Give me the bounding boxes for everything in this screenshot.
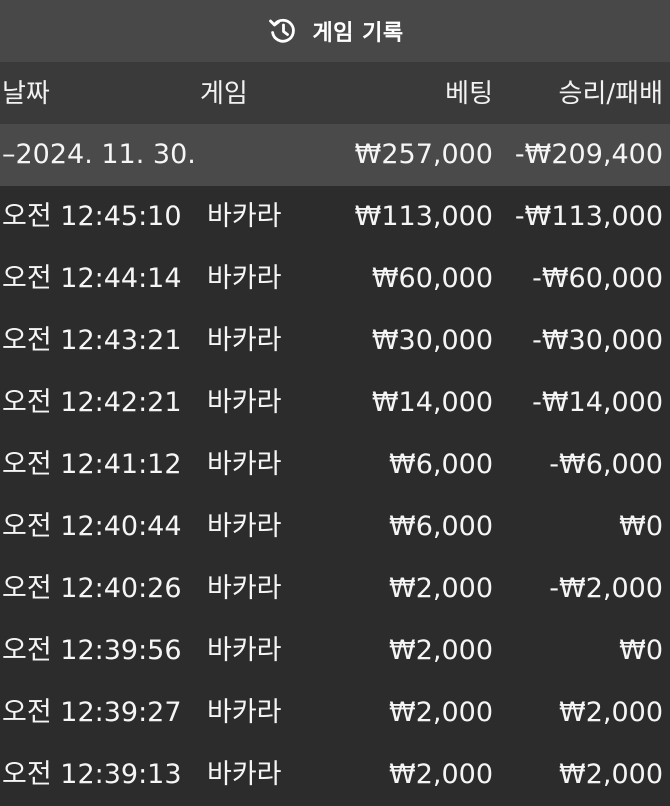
row-time: 오전 12:40:26 xyxy=(2,573,182,604)
table-row[interactable]: 오전 12:39:27 바카라 ₩2,000 ₩2,000 xyxy=(0,682,670,744)
row-result: ₩0 xyxy=(619,635,663,666)
row-time: 오전 12:39:27 xyxy=(2,697,182,728)
row-time: 오전 12:43:21 xyxy=(2,325,182,356)
date-summary-row[interactable]: –2024. 11. 30. ₩257,000 -₩209,400 xyxy=(0,124,670,186)
column-header-game: 게임 xyxy=(200,79,248,109)
row-bet: ₩6,000 xyxy=(389,511,493,542)
summary-date: –2024. 11. 30. xyxy=(2,139,196,170)
row-result: ₩2,000 xyxy=(559,697,663,728)
table-row[interactable]: 오전 12:41:12 바카라 ₩6,000 -₩6,000 xyxy=(0,434,670,496)
row-bet: ₩2,000 xyxy=(389,759,493,790)
summary-result-total: -₩209,400 xyxy=(514,139,663,170)
table-header: 날짜 게임 베팅 승리/패배 xyxy=(0,62,670,124)
table-row[interactable]: 오전 12:45:10 바카라 ₩113,000 -₩113,000 xyxy=(0,186,670,248)
table-row[interactable]: 오전 12:39:13 바카라 ₩2,000 ₩2,000 xyxy=(0,744,670,806)
column-header-result: 승리/패배 xyxy=(558,79,663,109)
row-time: 오전 12:39:56 xyxy=(2,635,182,666)
game-history-panel: 게임 기록 날짜 게임 베팅 승리/패배 –2024. 11. 30. ₩257… xyxy=(0,0,670,806)
row-bet: ₩2,000 xyxy=(389,697,493,728)
row-result: -₩14,000 xyxy=(532,387,663,418)
row-game: 바카라 xyxy=(207,387,282,418)
row-bet: ₩30,000 xyxy=(371,325,493,356)
row-game: 바카라 xyxy=(207,697,282,728)
row-result: -₩113,000 xyxy=(514,201,663,232)
column-header-date: 날짜 xyxy=(2,79,50,109)
row-time: 오전 12:42:21 xyxy=(2,387,182,418)
row-result: -₩30,000 xyxy=(532,325,663,356)
row-result: ₩2,000 xyxy=(559,759,663,790)
row-bet: ₩14,000 xyxy=(371,387,493,418)
table-row[interactable]: 오전 12:42:21 바카라 ₩14,000 -₩14,000 xyxy=(0,372,670,434)
row-game: 바카라 xyxy=(207,263,282,294)
row-time: 오전 12:40:44 xyxy=(2,511,182,542)
row-game: 바카라 xyxy=(207,635,282,666)
table-row[interactable]: 오전 12:40:26 바카라 ₩2,000 -₩2,000 xyxy=(0,558,670,620)
row-game: 바카라 xyxy=(207,511,282,542)
panel-title: 게임 기록 xyxy=(312,21,404,46)
row-time: 오전 12:45:10 xyxy=(2,201,182,232)
row-game: 바카라 xyxy=(207,325,282,356)
row-time: 오전 12:41:12 xyxy=(2,449,182,480)
row-game: 바카라 xyxy=(207,201,282,232)
row-bet: ₩2,000 xyxy=(389,635,493,666)
table-row[interactable]: 오전 12:40:44 바카라 ₩6,000 ₩0 xyxy=(0,496,670,558)
panel-header: 게임 기록 xyxy=(0,0,670,62)
column-header-bet: 베팅 xyxy=(445,79,493,109)
row-bet: ₩6,000 xyxy=(389,449,493,480)
history-icon xyxy=(266,14,300,48)
row-game: 바카라 xyxy=(207,573,282,604)
row-result: -₩60,000 xyxy=(532,263,663,294)
row-bet: ₩113,000 xyxy=(354,201,493,232)
row-result: -₩2,000 xyxy=(549,573,663,604)
row-bet: ₩60,000 xyxy=(371,263,493,294)
row-time: 오전 12:39:13 xyxy=(2,759,182,790)
row-game: 바카라 xyxy=(207,759,282,790)
row-game: 바카라 xyxy=(207,449,282,480)
row-time: 오전 12:44:14 xyxy=(2,263,182,294)
summary-bet-total: ₩257,000 xyxy=(354,139,493,170)
table-row[interactable]: 오전 12:39:56 바카라 ₩2,000 ₩0 xyxy=(0,620,670,682)
row-result: ₩0 xyxy=(619,511,663,542)
table-row[interactable]: 오전 12:44:14 바카라 ₩60,000 -₩60,000 xyxy=(0,248,670,310)
table-row[interactable]: 오전 12:43:21 바카라 ₩30,000 -₩30,000 xyxy=(0,310,670,372)
row-result: -₩6,000 xyxy=(549,449,663,480)
row-bet: ₩2,000 xyxy=(389,573,493,604)
